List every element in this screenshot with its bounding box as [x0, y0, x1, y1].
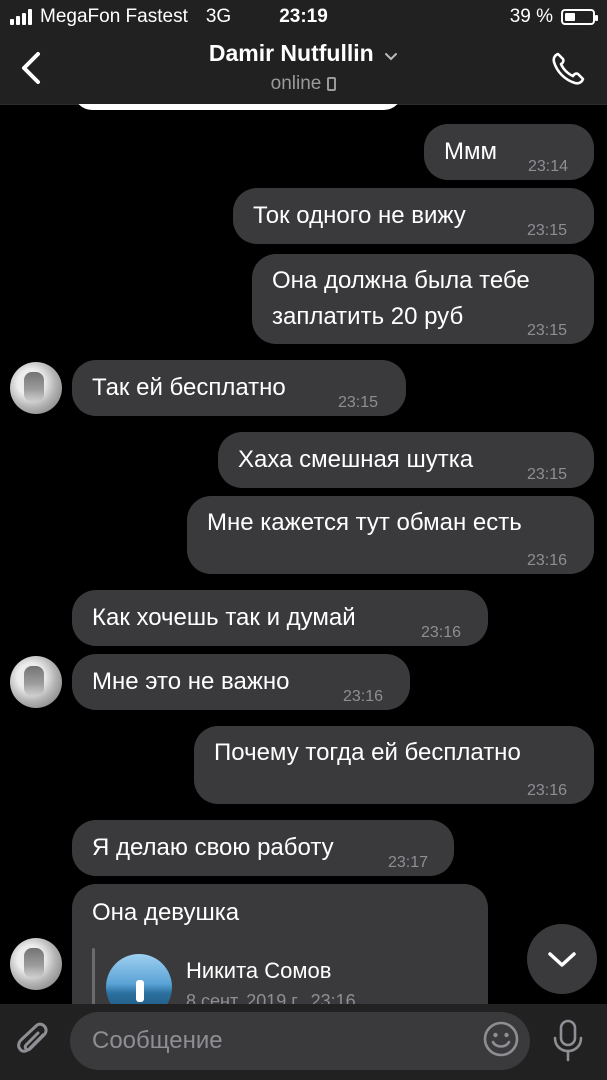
message-text: Она девушка — [92, 899, 240, 926]
reply-quote-bar — [92, 948, 95, 1004]
message-time: 23:16 — [343, 688, 384, 705]
message-time: 23:15 — [338, 394, 379, 411]
message-text-line: заплатить 20 руб — [272, 303, 464, 330]
message-input[interactable]: Сообщение — [70, 1012, 530, 1070]
contact-title[interactable]: Damir Nutfullin online — [0, 40, 607, 95]
battery-fill — [565, 13, 576, 21]
reply-date: 8 сент. 2019 г., 23:16 — [186, 991, 356, 1004]
message-bubble-incoming[interactable]: Я делаю свою работу 23:17 — [72, 820, 454, 876]
message-text: Ток одного не вижу — [253, 202, 466, 229]
message-time: 23:15 — [527, 466, 568, 483]
reply-author-avatar — [106, 954, 172, 1004]
message-text: Почему тогда ей бесплатно — [214, 739, 521, 766]
message-bubble-outgoing[interactable]: Ток одного не вижу 23:15 — [233, 188, 594, 244]
microphone-icon[interactable] — [550, 1018, 586, 1064]
message-text-line: Она должна была тебе — [272, 267, 530, 294]
message-text: Я делаю свою работу — [92, 834, 334, 861]
message-time: 23:15 — [527, 222, 568, 239]
message-bubble-outgoing[interactable]: Почему тогда ей бесплатно 23:16 — [194, 726, 594, 804]
contact-avatar[interactable] — [10, 938, 62, 990]
message-time: 23:17 — [388, 854, 429, 871]
contact-name: Damir Nutfullin — [208, 40, 374, 66]
message-input-placeholder: Сообщение — [92, 1027, 223, 1054]
message-text: Как хочешь так и думай — [92, 604, 356, 631]
message-bubble-outgoing[interactable]: Ммм 23:14 — [424, 124, 594, 180]
message-bubble-incoming[interactable]: Мне это не важно 23:16 — [72, 654, 410, 710]
message-time: 23:16 — [527, 552, 568, 569]
online-status: online — [270, 73, 322, 94]
message-text: Так ей бесплатно — [92, 374, 286, 401]
paperclip-icon[interactable] — [16, 1022, 52, 1062]
chevron-down-icon — [385, 52, 398, 61]
message-text: Хаха смешная шутка — [238, 446, 474, 473]
phone-icon[interactable] — [549, 50, 587, 88]
message-bubble-outgoing[interactable]: Мне кажется тут обман есть 23:16 — [187, 496, 594, 574]
message-text: Мне это не важно — [92, 668, 290, 695]
message-text: Мне кажется тут обман есть — [207, 509, 522, 536]
message-text: Ммм — [444, 138, 497, 165]
battery-percent: 39 % — [509, 6, 553, 27]
status-bar: MegaFon Fastest 3G 23:19 39 % — [0, 0, 607, 34]
message-bubble-incoming[interactable]: Так ей бесплатно 23:15 — [72, 360, 406, 416]
battery-icon — [561, 9, 598, 25]
contact-avatar[interactable] — [10, 362, 62, 414]
message-time: 23:16 — [527, 782, 568, 799]
message-bubble-incoming[interactable]: Как хочешь так и думай 23:16 — [72, 590, 488, 646]
composer-bar: Сообщение — [0, 1004, 607, 1080]
chat-header: Damir Nutfullin online — [0, 34, 607, 105]
message-time: 23:14 — [528, 158, 569, 175]
message-bubble-outgoing[interactable]: Хаха смешная шутка 23:15 — [218, 432, 594, 488]
chevron-down-icon — [548, 952, 576, 967]
mobile-device-icon — [327, 77, 337, 91]
message-time: 23:15 — [527, 322, 568, 339]
reply-author-name: Никита Сомов — [186, 958, 332, 983]
partial-message-bubble — [74, 104, 402, 110]
scroll-down-button[interactable] — [527, 924, 597, 994]
message-bubble-outgoing[interactable]: Она должна была тебе заплатить 20 руб 23… — [252, 254, 594, 344]
message-bubble-incoming-reply[interactable]: Она девушка Никита Сомов 8 сент. 2019 г.… — [72, 884, 488, 1004]
message-list[interactable]: Ммм 23:14 Ток одного не вижу 23:15 Она д… — [0, 104, 607, 1004]
message-time: 23:16 — [421, 624, 462, 641]
contact-avatar[interactable] — [10, 656, 62, 708]
emoji-icon[interactable] — [482, 1020, 520, 1058]
